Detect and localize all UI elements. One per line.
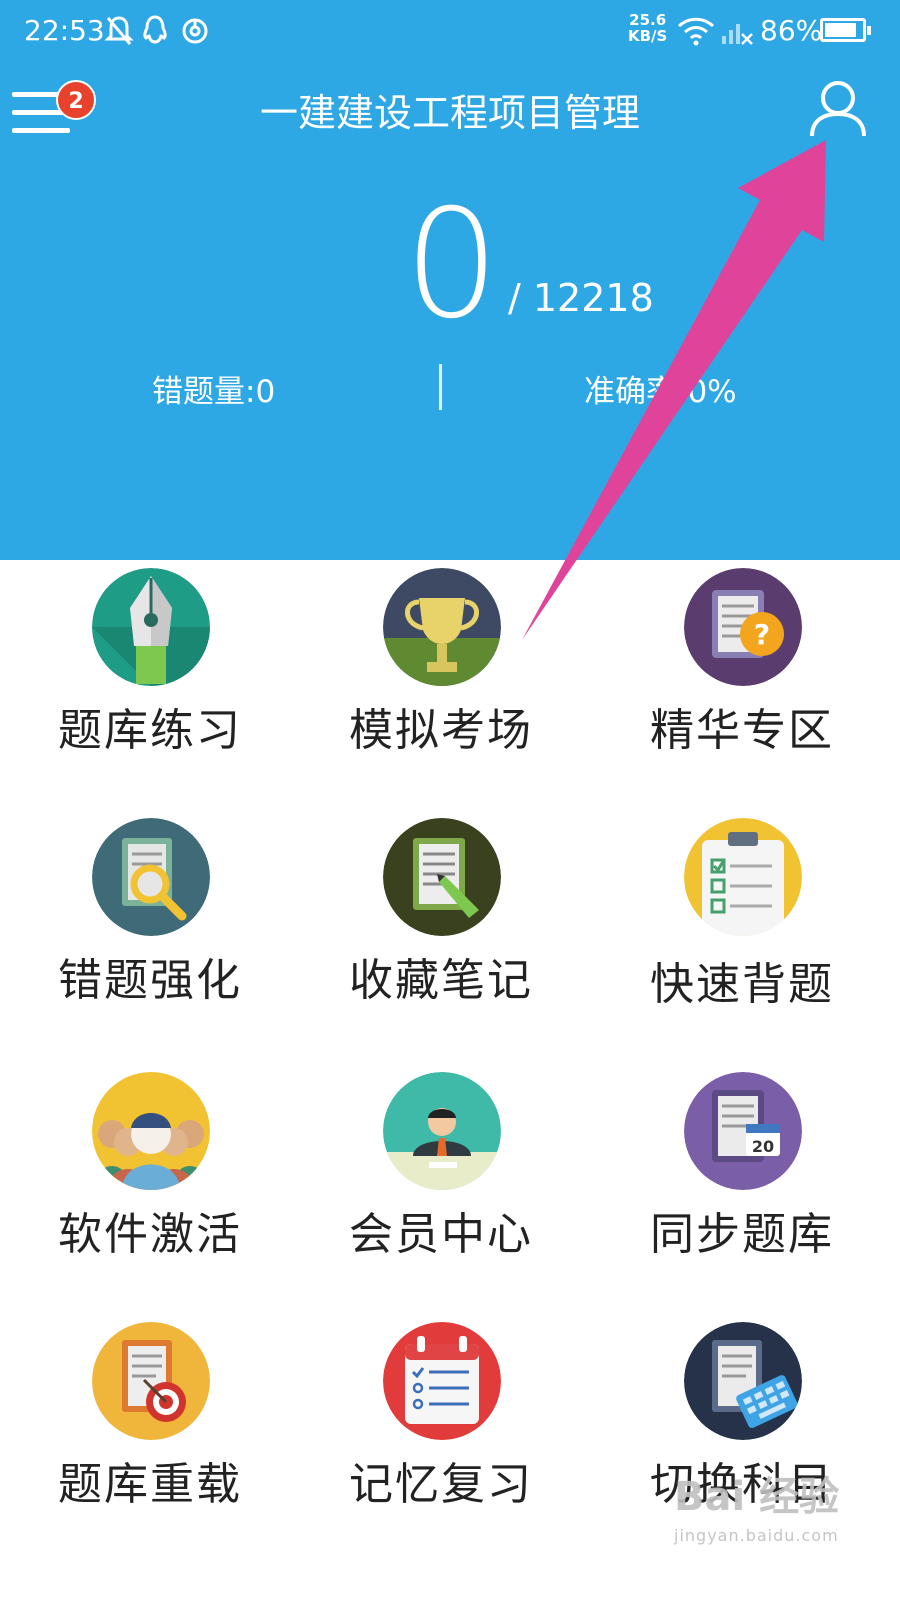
- notification-muted-icon: [104, 16, 134, 45]
- watermark-url: jingyan.baidu.com: [674, 1526, 839, 1545]
- app-title: 一建建设工程项目管理: [259, 91, 640, 135]
- document-search-icon: [92, 818, 210, 936]
- menu-tile-mock-exam[interactable]: 模拟考场: [291, 568, 591, 808]
- menu-tile-review[interactable]: 记忆复习: [291, 1322, 591, 1562]
- menu-tile-wrong-drill[interactable]: 错题强化: [0, 818, 300, 1058]
- qq-penguin-icon: [143, 15, 167, 44]
- people-group-icon: [92, 1072, 210, 1190]
- cellular-signal-icon: [722, 24, 753, 45]
- battery-icon: [820, 18, 871, 42]
- tile-label: 软件激活: [58, 1209, 242, 1260]
- menu-tile-notes[interactable]: 收藏笔记: [291, 818, 591, 1058]
- note-pencil-icon: [383, 818, 501, 936]
- answered-count: 0: [404, 178, 500, 352]
- pen-nib-icon: [92, 568, 210, 686]
- sync-circle-icon: [182, 18, 208, 44]
- menu-tile-member[interactable]: 会员中心: [291, 1072, 591, 1312]
- menu-tile-featured[interactable]: ? 精华专区: [592, 568, 892, 808]
- network-speed-value: 25.6: [629, 11, 667, 29]
- document-question-icon: ?: [684, 568, 802, 686]
- wrong-count[interactable]: 错题量:0: [152, 366, 275, 411]
- clipboard-checklist-icon: [684, 818, 802, 936]
- menu-tile-quick-recite[interactable]: 快速背题: [592, 818, 892, 1058]
- tile-label: 精华专区: [650, 705, 834, 756]
- svg-text:?: ?: [754, 618, 770, 651]
- menu-tile-practice[interactable]: 题库练习: [0, 568, 300, 808]
- menu-tile-reload[interactable]: 题库重载: [0, 1322, 300, 1562]
- tile-label: 收藏笔记: [349, 955, 533, 1006]
- watermark-brand: Bai 经验: [674, 1474, 840, 1520]
- document-calendar-icon: 20: [684, 1072, 802, 1190]
- stats-divider: [439, 364, 442, 410]
- total-questions: / 12218: [508, 276, 654, 320]
- baidu-watermark: Bai 经验 jingyan.baidu.com: [674, 1464, 854, 1584]
- calendar-list-icon: [383, 1322, 501, 1440]
- status-time: 22:53: [24, 14, 105, 47]
- tile-label: 同步题库: [650, 1209, 834, 1260]
- member-avatar-icon: [383, 1072, 501, 1190]
- tile-label: 错题强化: [58, 955, 242, 1006]
- menu-tile-sync[interactable]: 20 同步题库: [592, 1072, 892, 1312]
- tile-label: 记忆复习: [349, 1459, 533, 1510]
- battery-fill: [825, 23, 856, 37]
- user-profile-icon[interactable]: [806, 78, 870, 140]
- tile-label: 模拟考场: [349, 705, 533, 756]
- wifi-icon: [677, 17, 715, 46]
- menu-tile-activate[interactable]: 软件激活: [0, 1072, 300, 1312]
- tile-label: 题库重载: [58, 1459, 242, 1510]
- status-bar: 22:53 25.6 KB/S 86%: [0, 0, 900, 62]
- calendar-day-text: 20: [752, 1137, 774, 1156]
- tile-label: 会员中心: [349, 1209, 533, 1260]
- trophy-icon: [383, 568, 501, 686]
- battery-percent: 86%: [760, 14, 823, 47]
- header-wave: [0, 440, 900, 536]
- network-speed-unit: KB/S: [628, 27, 668, 45]
- accuracy-rate: 准确率:0%: [584, 374, 737, 410]
- tile-label: 快速背题: [650, 959, 834, 1010]
- network-speed: 25.6 KB/S: [628, 12, 667, 44]
- document-target-icon: [92, 1322, 210, 1440]
- tile-label: 题库练习: [58, 705, 242, 756]
- document-keyboard-icon: [684, 1322, 802, 1440]
